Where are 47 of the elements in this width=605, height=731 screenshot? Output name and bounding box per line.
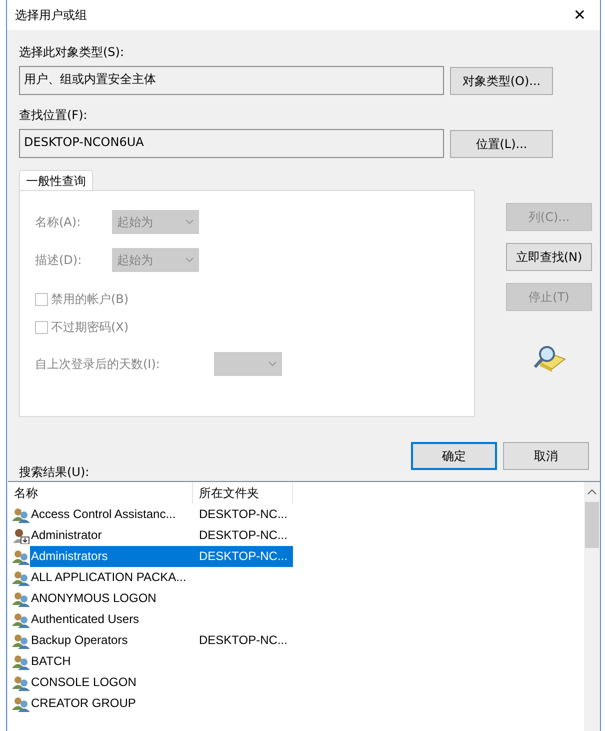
table-cell[interactable]: DESKTOP-NC... [193,630,293,651]
field-label: 选择此对象类型(S): [19,44,126,60]
field-label: 查找位置(F): [19,107,88,123]
field-label: 名称(A): [35,214,82,231]
table-cell[interactable]: Access Control Assistanc... [30,504,193,525]
table-cell[interactable]: ANONYMOUS LOGON [30,588,193,609]
users-icon [12,590,30,606]
column-header[interactable]: 所在文件夹 [193,482,293,504]
users-icon [12,506,30,522]
table-cell[interactable]: CREATOR GROUP [30,693,193,714]
scrollbar[interactable] [584,482,600,731]
object-type-field[interactable]: 用户、组或内置安全主体 [19,66,444,95]
results-label: 搜索结果(U): [19,464,90,480]
users-icon [12,570,30,586]
column-header[interactable]: 名称 [8,482,193,504]
table-cell[interactable]: ALL APPLICATION PACKA... [30,567,193,588]
users-icon [12,674,30,690]
window-title: 选择用户或组 [15,7,87,24]
users-icon [12,612,30,628]
users-icon [12,548,30,564]
scrollbar-thumb[interactable] [585,502,599,548]
table-cell[interactable]: CONSOLE LOGON [30,672,193,693]
users-icon [12,632,30,648]
checkbox-label: 禁用的帐户(B) [51,291,129,308]
table-cell[interactable]: Administrator [30,525,193,546]
magnifier-icon [532,345,566,373]
checkbox-label: 不过期密码(X) [51,319,129,336]
table-cell[interactable]: Authenticated Users [30,609,193,630]
locations-button[interactable]: 位置(L)... [450,130,553,158]
ok-button[interactable]: 确定 [411,442,497,470]
users-icon [12,654,30,670]
user-icon [12,528,30,544]
tab[interactable]: 一般性查询 [19,170,93,190]
field-label: 自上次登录后的天数(I): [35,356,161,373]
field-label: 描述(D): [35,252,83,269]
users-icon [12,696,30,712]
location-field[interactable]: DESKTOP-NCON6UA [19,129,444,158]
close-button[interactable]: ✕ [567,4,592,26]
table-cell[interactable]: Backup Operators [30,630,193,651]
cancel-button[interactable]: 取消 [503,442,589,470]
table-cell[interactable]: DESKTOP-NC... [193,504,293,525]
table-cell[interactable]: DESKTOP-NC... [193,546,293,567]
table-cell[interactable]: DESKTOP-NC... [193,525,293,546]
table-cell[interactable]: BATCH [30,651,193,672]
object-types-button[interactable]: 对象类型(O)... [450,66,553,94]
table-cell[interactable]: Administrators [30,546,193,567]
side-button[interactable]: 立即查找(N) [506,243,592,271]
